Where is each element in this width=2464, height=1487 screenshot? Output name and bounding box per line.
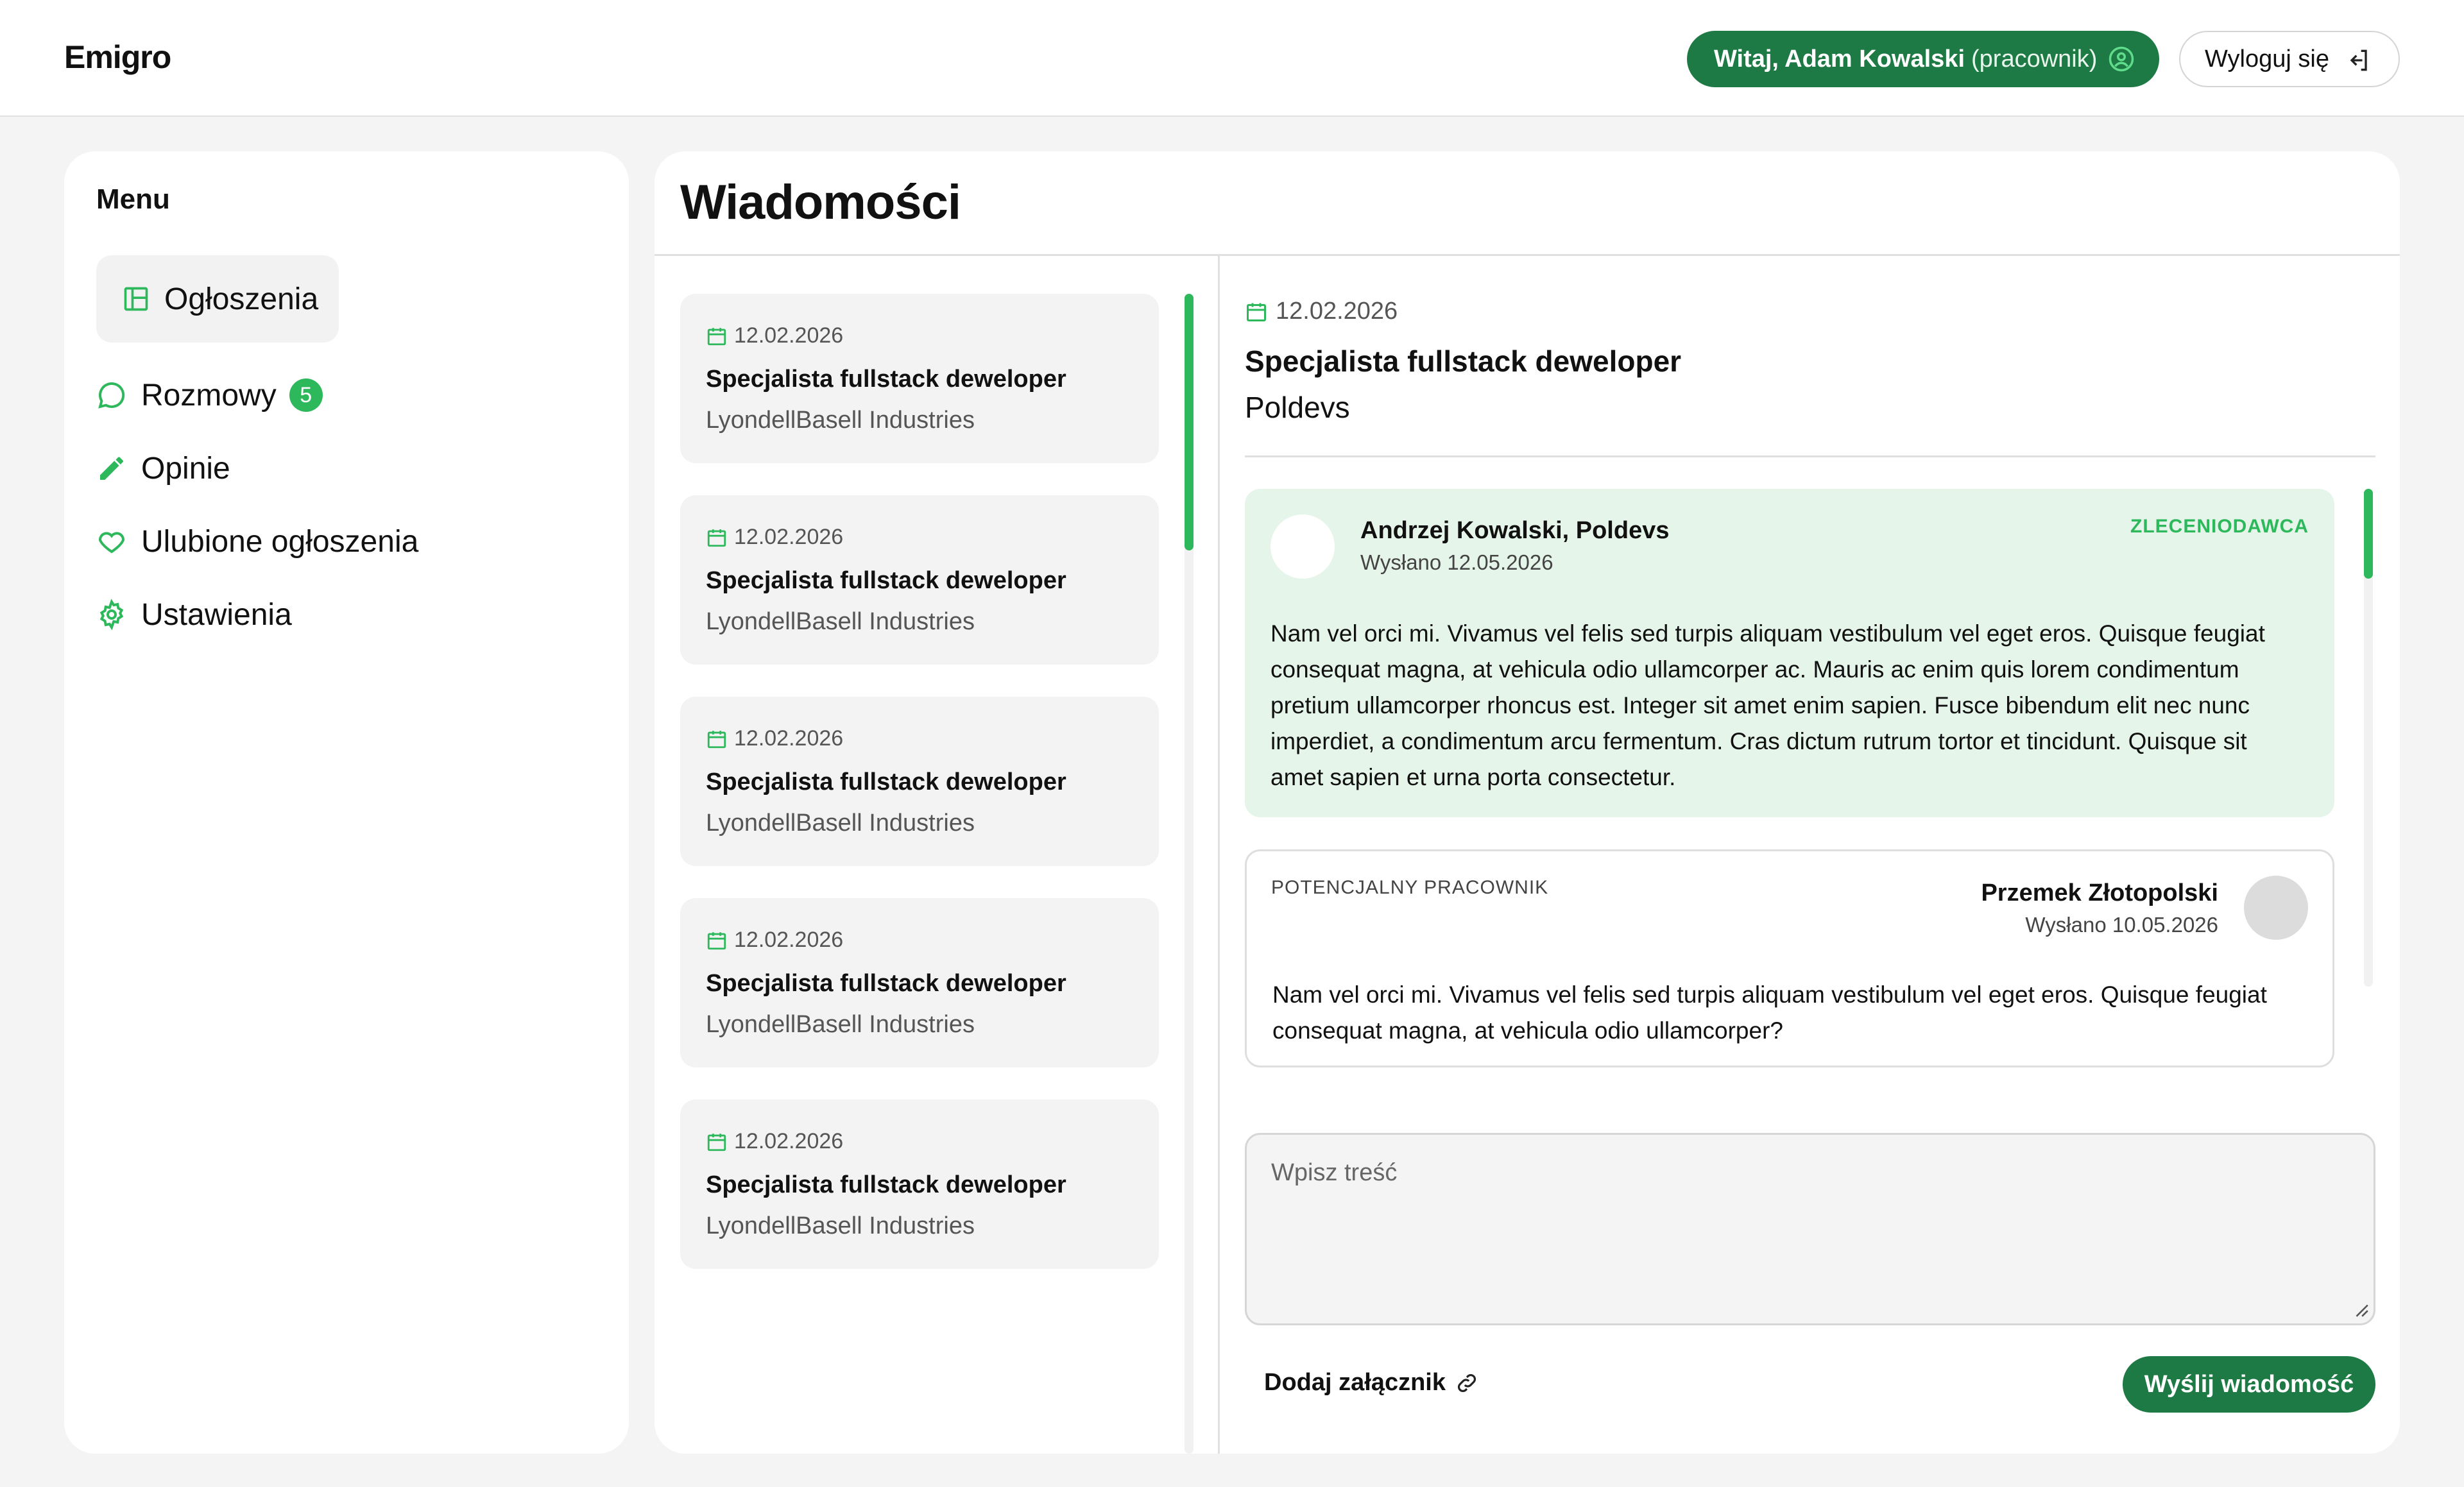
pencil-icon [100, 457, 123, 480]
sidebar-item-label: Ustawienia [141, 597, 292, 632]
sidebar-item-ustawienia[interactable]: Ustawienia [96, 589, 292, 640]
conversation-card[interactable]: 12.02.2026 Specjalista fullstack dewelop… [680, 1100, 1159, 1269]
message-body: Nam vel orci mi. Vivamus vel felis sed t… [1270, 620, 2265, 790]
sidebar-item-opinie[interactable]: Opinie [96, 443, 230, 494]
sidebar-item-rozmowy[interactable]: Rozmowy 5 [96, 370, 323, 421]
conversation-date: 12.02.2026 [706, 726, 843, 751]
conversation-list-scroll-thumb[interactable] [1185, 294, 1194, 550]
chat-bubble-icon [98, 382, 125, 409]
link-icon [1458, 1373, 1476, 1392]
message-sent-date: Wysłano 12.05.2026 [1360, 550, 1553, 574]
conversation-card[interactable]: 12.02.2026 Specjalista fullstack dewelop… [680, 697, 1159, 866]
conversation-date: 12.02.2026 [706, 525, 843, 550]
date-text: 12.02.2026 [1276, 298, 1398, 325]
logout-label: Wyloguj się [2205, 45, 2329, 72]
date-text: 12.02.2026 [734, 525, 844, 549]
resize-grip-icon[interactable] [2352, 1301, 2369, 1318]
conversation-card[interactable]: 12.02.2026 Specjalista fullstack dewelop… [680, 495, 1159, 665]
conversation-title: Specjalista fullstack deweloper [706, 1171, 1066, 1198]
app-logo[interactable]: Emigro [64, 38, 171, 76]
sidebar-item-label: Ulubione ogłoszenia [141, 524, 419, 559]
top-bar: Emigro Witaj, Adam Kowalski (pracownik) … [0, 0, 2464, 117]
message-role-tag: ZLECENIODAWCA [2130, 516, 2309, 537]
date-text: 12.02.2026 [734, 726, 844, 751]
sidebar-item-ogloszenia[interactable]: Ogłoszenia [96, 255, 339, 343]
conversation-company: LyondellBasell Industries [706, 608, 975, 635]
messages-panel: Wiadomości 12.02.2026 Specjalista fullst… [654, 151, 2400, 1454]
detail-divider [1245, 455, 2375, 457]
message-role-tag: POTENCJALNY PRACOWNIK [1271, 877, 1549, 898]
column-divider [1218, 254, 1220, 1454]
add-attachment-button[interactable]: Dodaj załącznik [1264, 1369, 1479, 1397]
date-text: 12.02.2026 [734, 1129, 844, 1153]
conversation-title: Specjalista fullstack deweloper [706, 366, 1066, 393]
message-sender: Andrzej Kowalski, Poldevs [1360, 517, 1670, 544]
sidebar: Menu Ogłoszenia Rozmowy 5 Opinie Ulubion… [64, 151, 629, 1454]
date-text: 12.02.2026 [734, 928, 844, 952]
sidebar-item-label: Rozmowy [141, 378, 277, 412]
page-title: Wiadomości [680, 175, 961, 230]
conversation-card[interactable]: 12.02.2026 Specjalista fullstack dewelop… [680, 898, 1159, 1067]
message-sender: Przemek Złotopolski [1981, 879, 2218, 906]
conversation-title: Specjalista fullstack deweloper [706, 769, 1066, 795]
conversation-company: LyondellBasell Industries [706, 810, 975, 837]
calendar-icon [707, 529, 726, 547]
sidebar-item-label: Opinie [141, 451, 230, 486]
user-circle-icon [2109, 46, 2134, 72]
conversation-title: Specjalista fullstack deweloper [706, 970, 1066, 997]
calendar-icon [707, 931, 726, 949]
message-sent-date: Wysłano 10.05.2026 [2025, 913, 2218, 937]
conversation-date: 12.02.2026 [706, 1129, 843, 1154]
calendar-icon [1247, 303, 1266, 321]
layout-icon [124, 287, 148, 311]
heart-icon [99, 532, 124, 554]
message-worker: POTENCJALNY PRACOWNIK Przemek Złotopolsk… [1245, 849, 2334, 1067]
calendar-icon [707, 730, 726, 748]
unread-count-badge: 5 [289, 378, 323, 412]
logout-button[interactable]: Wyloguj się [2179, 31, 2400, 87]
sidebar-item-label: Ogłoszenia [164, 282, 319, 316]
detail-title: Specjalista fullstack deweloper [1245, 344, 1682, 378]
detail-date: 12.02.2026 [1245, 298, 1398, 325]
calendar-icon [707, 1133, 726, 1151]
avatar [2244, 876, 2308, 940]
conversation-company: LyondellBasell Industries [706, 1011, 975, 1038]
message-input[interactable] [1245, 1133, 2375, 1325]
sidebar-item-ulubione[interactable]: Ulubione ogłoszenia [96, 516, 418, 567]
conversation-card[interactable]: 12.02.2026 Specjalista fullstack dewelop… [680, 294, 1159, 463]
conversation-company: LyondellBasell Industries [706, 407, 975, 434]
calendar-icon [707, 327, 726, 345]
conversation-date: 12.02.2026 [706, 928, 843, 953]
message-body: Nam vel orci mi. Vivamus vel felis sed t… [1272, 981, 2267, 1044]
welcome-role: (pracownik) [1971, 45, 2098, 72]
avatar [1270, 514, 1335, 579]
detail-company: Poldevs [1245, 391, 1350, 424]
send-message-button[interactable]: Wyślij wiadomość [2123, 1356, 2375, 1413]
user-welcome-pill[interactable]: Witaj, Adam Kowalski (pracownik) [1687, 31, 2159, 87]
logout-icon [2350, 49, 2367, 71]
gear-icon [99, 599, 124, 630]
conversation-date: 12.02.2026 [706, 323, 843, 348]
attachment-label: Dodaj załącznik [1264, 1369, 1446, 1396]
menu-title: Menu [96, 183, 170, 215]
date-text: 12.02.2026 [734, 323, 844, 348]
chat-scroll-thumb[interactable] [2364, 489, 2373, 579]
conversation-title: Specjalista fullstack deweloper [706, 567, 1066, 594]
welcome-name: Witaj, Adam Kowalski [1714, 45, 1965, 72]
title-divider [654, 254, 2400, 256]
conversation-company: LyondellBasell Industries [706, 1212, 975, 1239]
message-employer: Andrzej Kowalski, Poldevs Wysłano 12.05.… [1245, 489, 2334, 817]
